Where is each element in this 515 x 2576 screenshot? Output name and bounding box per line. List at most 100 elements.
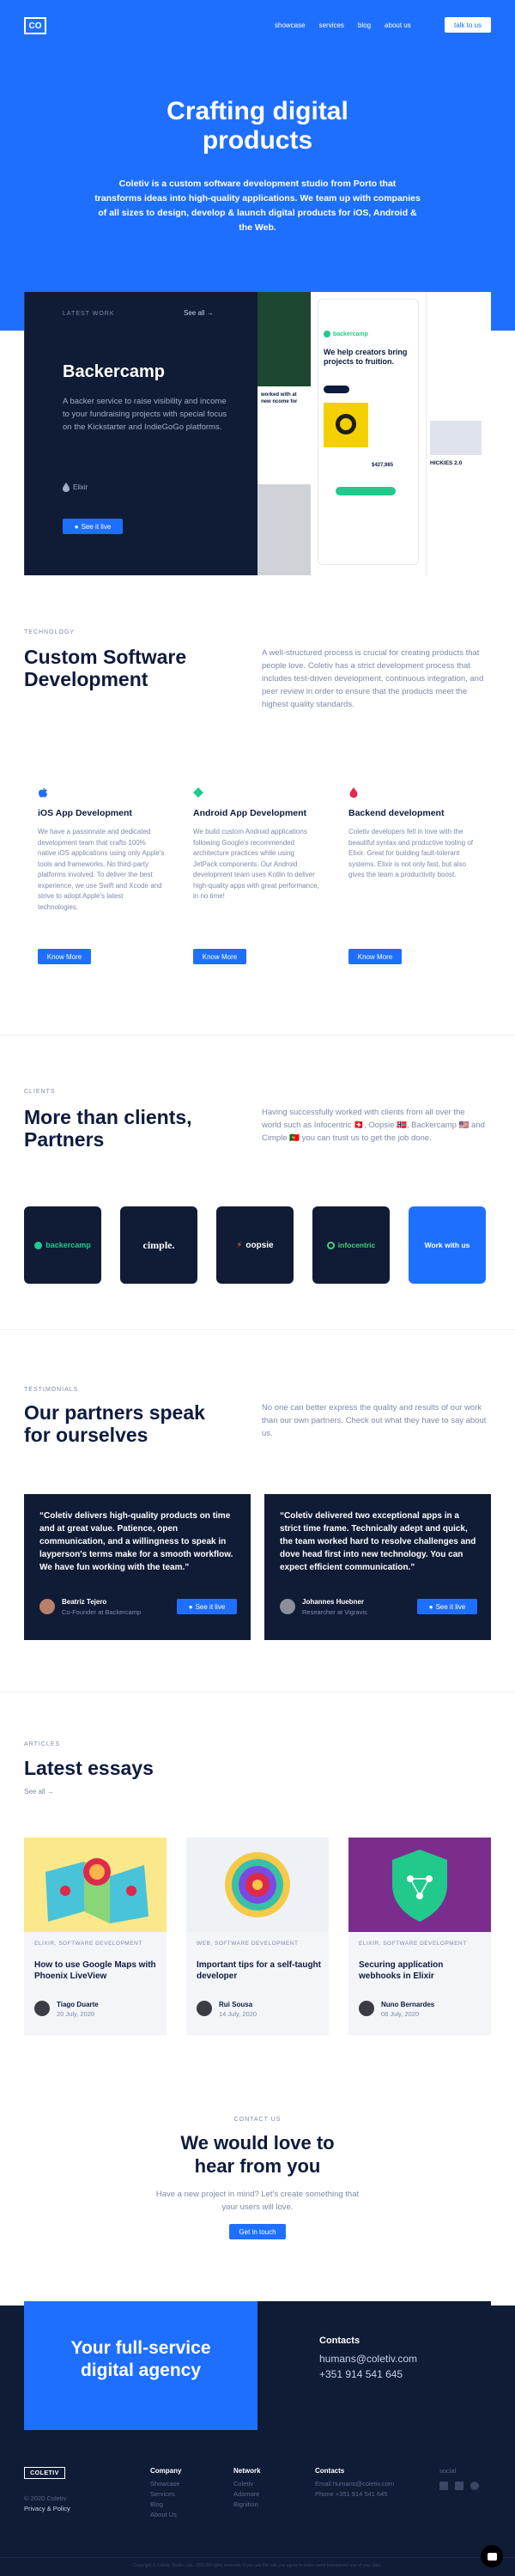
ios-know-more-button[interactable]: Know More (38, 949, 91, 964)
footer-link-showcase[interactable]: Showcase (150, 2480, 180, 2488)
contact-description: Have a new project in mind? Let's create… (155, 2190, 360, 2212)
article-title: Securing application webhooks in Elixir (359, 1960, 444, 1981)
see-it-live-label: See it live (195, 1602, 226, 1611)
nav-showcase[interactable]: showcase (275, 21, 306, 29)
technology-title-line1: Custom Software (24, 646, 187, 668)
nav-blog[interactable]: blog (358, 21, 371, 29)
mockup-phone-text: worked with at new ncome for (258, 388, 311, 483)
article-author: Nuno Bernardes (381, 2001, 435, 2008)
android-card-description: We build custom Android applications fol… (193, 828, 319, 900)
get-in-touch-button[interactable]: Get in touch (229, 2224, 286, 2239)
section-divider (0, 1329, 515, 1330)
cta-title-line1: Your full-service (70, 2338, 211, 2358)
client-cimple[interactable]: cimple. (120, 1206, 197, 1284)
article-image (348, 1838, 491, 1932)
see-it-live-button[interactable]: ● See it live (177, 1599, 237, 1614)
avatar (39, 1599, 55, 1614)
articles-label: ARTICLES (24, 1741, 61, 1747)
footer-privacy-link[interactable]: Privacy & Policy (24, 2505, 70, 2512)
section-divider (0, 1035, 515, 1036)
footer-email[interactable]: Email humans@coletiv.com (315, 2480, 394, 2488)
technology-description: A well-structured process is crucial for… (262, 648, 484, 709)
see-it-live-label: See it live (81, 522, 112, 531)
footer-link-about-us[interactable]: About Us (150, 2511, 177, 2518)
footer-phone[interactable]: Phone +351 914 541 645 (315, 2490, 387, 2498)
main-nav: showcase services blog about us (275, 21, 425, 29)
mockup-product-name: HICKIES 2.0 (430, 460, 463, 466)
article-image (186, 1838, 329, 1932)
github-icon[interactable] (470, 2482, 479, 2490)
avatar (197, 2001, 212, 2016)
technology-title-line2: Development (24, 668, 148, 690)
hero-description: Coletiv is a custom software development… (94, 179, 421, 233)
mockup-photo-bottom (258, 484, 311, 575)
article-author: Tiago Duarte (57, 2001, 99, 2008)
footer-link-bignition[interactable]: Bignition (233, 2500, 258, 2508)
latest-work-info: LATEST WORK See all → Backercamp A backe… (24, 292, 258, 575)
client-backercamp[interactable]: backercamp (24, 1206, 101, 1284)
testimonial-quote: “Coletiv delivered two exceptional apps … (280, 1511, 476, 1572)
client-oopsie[interactable]: ⚡ oopsie (216, 1206, 294, 1284)
mockup-price: $427,985 (372, 463, 394, 468)
work-with-us-button[interactable]: Work with us (409, 1206, 486, 1284)
android-know-more-button[interactable]: Know More (193, 949, 246, 964)
cta-title-line2: digital agency (80, 2360, 202, 2380)
cta-contacts-title: Contacts (319, 2336, 360, 2346)
twitter-icon[interactable] (455, 2482, 464, 2490)
cta-phone[interactable]: +351 914 541 645 (319, 2368, 403, 2380)
technology-label: TECHNOLOGY (24, 629, 76, 635)
footer-link-services[interactable]: Services (150, 2490, 175, 2498)
mockup-pill (324, 386, 349, 393)
mockup-green-button (336, 487, 396, 495)
testimonial-quote: “Coletiv delivers high-quality products … (39, 1511, 233, 1572)
footer-link-coletiv[interactable]: Coletiv (233, 2480, 253, 2488)
footer-link-blog[interactable]: Blog (150, 2500, 163, 2508)
backend-know-more-button[interactable]: Know More (348, 949, 402, 964)
testimonial-name: Beatriz Tejero (62, 1598, 107, 1606)
hero-title-line1: Crafting digital (167, 97, 348, 125)
nav-about-us[interactable]: about us (385, 21, 411, 29)
mockup-headline: We help creators bring projects to fruit… (324, 348, 408, 366)
see-all-label: See all (24, 1788, 45, 1795)
cta-email[interactable]: humans@coletiv.com (319, 2353, 417, 2365)
testimonials-title-line1: Our partners speak (24, 1401, 205, 1424)
contact-title-line2: hear from you (194, 2155, 321, 2177)
logo[interactable]: CO (24, 17, 46, 34)
see-it-live-label: See it live (435, 1602, 466, 1611)
article-category: ELIXIR, SOFTWARE DEVELOPMENT (359, 1941, 467, 1947)
talk-to-us-button[interactable]: talk to us (445, 17, 491, 33)
testimonial-card: “Coletiv delivers high-quality products … (24, 1494, 251, 1640)
linkedin-icon[interactable] (439, 2482, 448, 2490)
article-card[interactable]: WEB, SOFTWARE DEVELOPMENT Important tips… (186, 1838, 329, 2035)
clients-title-line1: More than clients, (24, 1106, 192, 1128)
see-it-live-button[interactable]: ● See it live (63, 519, 123, 534)
client-infocentric[interactable]: infocentric (312, 1206, 390, 1284)
testimonials-title-line2: for ourselves (24, 1424, 148, 1446)
see-all-work-link[interactable]: See all → (184, 309, 214, 317)
ios-card-title: iOS App Development (38, 808, 132, 818)
chat-bubble-glyph (487, 2552, 497, 2561)
nav-services[interactable]: services (319, 21, 344, 29)
backercamp-logo-icon (34, 1241, 43, 1249)
footer-bottom-text: Copyright © Coletiv Studio Lda., 2020 Al… (133, 2563, 382, 2568)
arrow-right-icon: → (206, 309, 214, 317)
see-all-articles-link[interactable]: See all → (24, 1788, 54, 1795)
cta-banner: Your full-service digital agency (24, 2301, 258, 2430)
hero-section (0, 0, 515, 331)
article-category: WEB, SOFTWARE DEVELOPMENT (197, 1941, 299, 1947)
footer-link-adamant[interactable]: Adamant (233, 2490, 259, 2498)
work-tech-label: Elixir (73, 483, 88, 491)
article-card[interactable]: ELIXIR, SOFTWARE DEVELOPMENT How to use … (24, 1838, 167, 2035)
client-infocentric-label: infocentric (337, 1241, 376, 1249)
android-icon (193, 787, 203, 798)
contact-label: CONTACT US (233, 2117, 282, 2123)
footer-logo[interactable]: COLETIV (24, 2467, 65, 2479)
chat-bubble-icon[interactable] (481, 2545, 503, 2567)
avatar (280, 1599, 295, 1614)
see-it-live-button[interactable]: ● See it live (417, 1599, 477, 1614)
hero-title: Crafting digital products (0, 97, 515, 155)
elixir-drop-icon (63, 483, 70, 492)
article-card[interactable]: ELIXIR, SOFTWARE DEVELOPMENT Securing ap… (348, 1838, 491, 2035)
latest-work-label: LATEST WORK (63, 311, 115, 317)
testimonial-role: Researcher at Vigravis (302, 1608, 367, 1616)
